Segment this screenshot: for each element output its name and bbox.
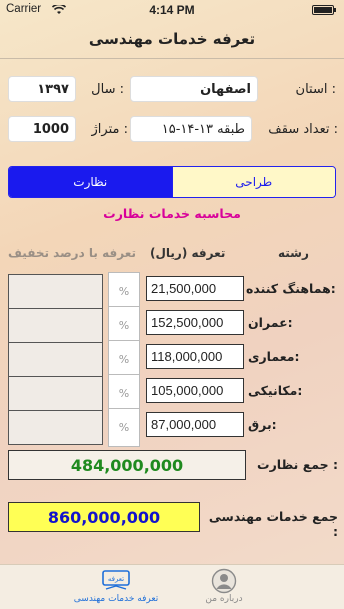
province-field[interactable]: اصفهان [130,76,258,102]
discount-field[interactable] [8,274,103,309]
tariff-amount: 21,500,000 [146,276,244,301]
supervision-total-value: 484,000,000 [8,450,246,480]
status-bar: Carrier 4:14 PM [0,0,344,20]
row-label: برق: [248,417,277,432]
tariff-amount: 105,000,000 [146,378,244,403]
person-icon [211,568,237,594]
tab-tariff[interactable]: تعرفه تعرفه خدمات مهندسی [68,565,164,609]
area-label: متراژ : [91,122,128,137]
discount-field[interactable] [8,376,103,411]
engineering-total-value: 860,000,000 [8,502,200,532]
supervision-total-label: جمع نظارت : [257,457,338,472]
header-field: رشته [278,246,309,260]
segment-supervision[interactable]: نظارت [9,167,172,197]
header-tariff: تعرفه (ریال) [150,246,226,260]
province-label: استان : [295,82,336,97]
row-label: معماری: [248,349,300,364]
tab-about-label: درباره من [205,594,243,604]
tariff-table: % 21,500,000 هماهنگ کننده: % 152,500,000… [0,270,344,450]
tab-bar: تعرفه تعرفه خدمات مهندسی درباره من [0,564,344,609]
battery-icon [312,5,336,15]
tariff-icon: تعرفه [101,568,131,594]
service-type-segment[interactable]: نظارت طراحی [8,166,336,198]
year-label: سال : [91,82,124,97]
percent-field[interactable]: % [108,408,140,447]
header-discount: تعرفه با درصد تخفیف [8,246,136,260]
area-field[interactable]: 1000 [8,116,76,142]
row-label: عمران: [248,315,293,330]
tariff-icon-text: تعرفه [108,575,124,583]
section-title: محاسبه خدمات نظارت [103,206,241,221]
discount-field[interactable] [8,342,103,377]
tab-tariff-label: تعرفه خدمات مهندسی [73,594,159,604]
tariff-amount: 87,000,000 [146,412,244,437]
discount-field[interactable] [8,410,103,445]
row-label: مکانیکی: [248,383,303,398]
tariff-amount: 118,000,000 [146,344,244,369]
engineering-total-label: جمع خدمات مهندسی : [208,509,338,539]
floors-label: تعداد سقف : [268,122,338,137]
status-time: 4:14 PM [149,3,195,17]
tariff-amount: 152,500,000 [146,310,244,335]
discount-field[interactable] [8,308,103,343]
tab-about[interactable]: درباره من [192,565,256,609]
year-field[interactable]: ۱۳۹۷ [8,76,76,102]
floors-field[interactable]: ۱۵-۱۴-۱۳ طبقه [130,116,252,142]
page-title: تعرفه خدمات مهندسی [88,30,256,48]
nav-divider [0,58,344,59]
segment-design[interactable]: طراحی [171,167,335,197]
row-label: هماهنگ کننده: [246,281,336,296]
